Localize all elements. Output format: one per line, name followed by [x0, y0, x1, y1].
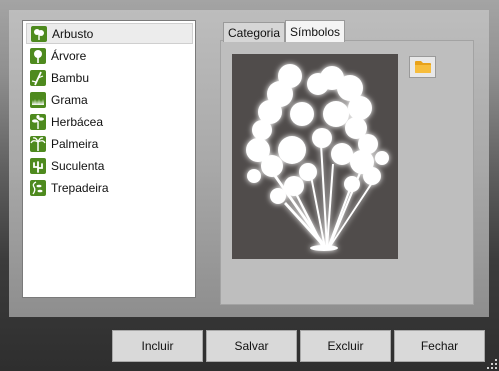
list-item-grama[interactable]: Grama: [26, 89, 193, 110]
list-item-label: Arbusto: [52, 26, 94, 41]
list-item-suculenta[interactable]: Suculenta: [26, 155, 193, 176]
herb-icon: [30, 113, 46, 130]
tab-categoria[interactable]: Categoria: [223, 22, 285, 42]
list-item-bambu[interactable]: Bambu: [26, 67, 193, 88]
list-item-label: Grama: [51, 92, 88, 107]
plant-symbols-window: Arbusto Árvore Bambu Grama Herbácea Palm…: [0, 0, 499, 371]
excluir-button[interactable]: Excluir: [300, 330, 391, 362]
folder-icon: [414, 61, 431, 73]
grass-icon: [30, 91, 46, 108]
list-item-label: Suculenta: [51, 158, 105, 173]
list-item-label: Herbácea: [51, 114, 104, 129]
vine-icon: [30, 179, 46, 196]
bamboo-icon: [30, 69, 46, 86]
shrub-silhouette-icon: [246, 64, 389, 251]
list-item-palmeira[interactable]: Palmeira: [26, 133, 193, 154]
succulent-icon: [30, 157, 46, 174]
list-item-arvore[interactable]: Árvore: [26, 45, 193, 66]
incluir-button[interactable]: Incluir: [112, 330, 203, 362]
category-list[interactable]: Arbusto Árvore Bambu Grama Herbácea Palm…: [22, 20, 196, 298]
list-item-label: Palmeira: [51, 136, 99, 151]
list-item-label: Trepadeira: [51, 180, 109, 195]
salvar-button[interactable]: Salvar: [206, 330, 297, 362]
list-item-arbusto[interactable]: Arbusto: [26, 23, 193, 44]
list-item-label: Bambu: [51, 70, 90, 85]
fechar-button[interactable]: Fechar: [394, 330, 485, 362]
shrub-icon: [31, 25, 47, 42]
list-item-label: Árvore: [51, 48, 87, 63]
symbol-preview: [232, 54, 398, 259]
tab-simbolos[interactable]: Símbolos: [285, 20, 345, 42]
resize-grip-icon[interactable]: [487, 359, 497, 369]
tree-icon: [30, 47, 46, 64]
palm-icon: [30, 135, 46, 152]
list-item-herbacea[interactable]: Herbácea: [26, 111, 193, 132]
list-item-trepadeira[interactable]: Trepadeira: [26, 177, 193, 198]
open-folder-button[interactable]: [409, 56, 436, 78]
